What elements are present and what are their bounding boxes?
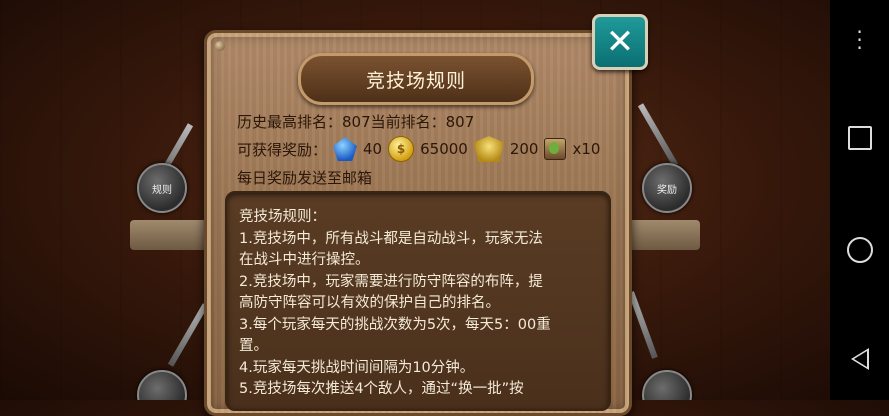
honor-badge-icon [473,136,504,162]
diamond-amount: 40 [363,140,383,158]
rule-line: 4.玩家每天挑战时间间隔为10分钟。 [239,359,475,376]
rule-line: 高防守阵容可以有效的保护自己的排名。 [239,295,500,311]
reward-row: 可获得奖励： 40 $ 65000 200 x10 [237,136,600,162]
dialog-title-text: 竞技场规则 [365,69,466,92]
rule-line: 5.竞技场每次推送4个敌人，通过“换一批”按 [239,381,524,397]
home-icon[interactable] [846,237,873,263]
honor-amount: 200 [509,140,539,158]
back-icon[interactable] [850,348,869,370]
reward-label: 可获得奖励： [237,140,328,159]
rank-info: 历史最高排名：807当前排名：807 [237,113,475,131]
rules-button-label: 规则 [152,184,172,196]
rule-line: 置。 [239,338,268,354]
gold-coin-icon: $ [388,136,415,162]
android-nav-bar: · · · [830,0,889,400]
rewards-button-label: 奖励 [657,184,677,196]
close-icon: ✕ [605,22,635,62]
potion-amount: x10 [572,140,601,158]
rivet [215,41,225,51]
rule-line: 3.每个玩家每天的挑战次数为5次，每天5：00重 [239,316,551,333]
rule-line: 1.竞技场中，所有战斗都是自动战斗，玩家无法 [239,230,543,247]
dialog-title: 竞技场规则 [298,53,534,105]
close-button[interactable]: ✕ [592,14,648,70]
rule-line: 在战斗中进行操控。 [239,252,370,268]
recent-apps-icon[interactable] [847,126,872,150]
diamond-icon [333,137,358,161]
rule-line: 2.竞技场中，玩家需要进行防守阵容的布阵，提 [239,273,543,290]
rewards-button[interactable]: 奖励 [642,163,692,213]
rules-heading: 竞技场规则： [239,209,326,225]
potion-icon [544,138,567,160]
gold-amount: 65000 [420,140,468,158]
mail-notice: 每日奖励发送至邮箱 [237,169,373,187]
arena-rules-dialog: 竞技场规则 历史最高排名：807当前排名：807 可获得奖励： 40 $ 650… [204,30,632,416]
rules-button[interactable]: 规则 [137,163,187,213]
rules-scroll-area[interactable]: 竞技场规则： 1.竞技场中，所有战斗都是自动战斗，玩家无法 在战斗中进行操控。 … [225,191,611,411]
more-options-icon[interactable]: · · · [856,22,862,58]
